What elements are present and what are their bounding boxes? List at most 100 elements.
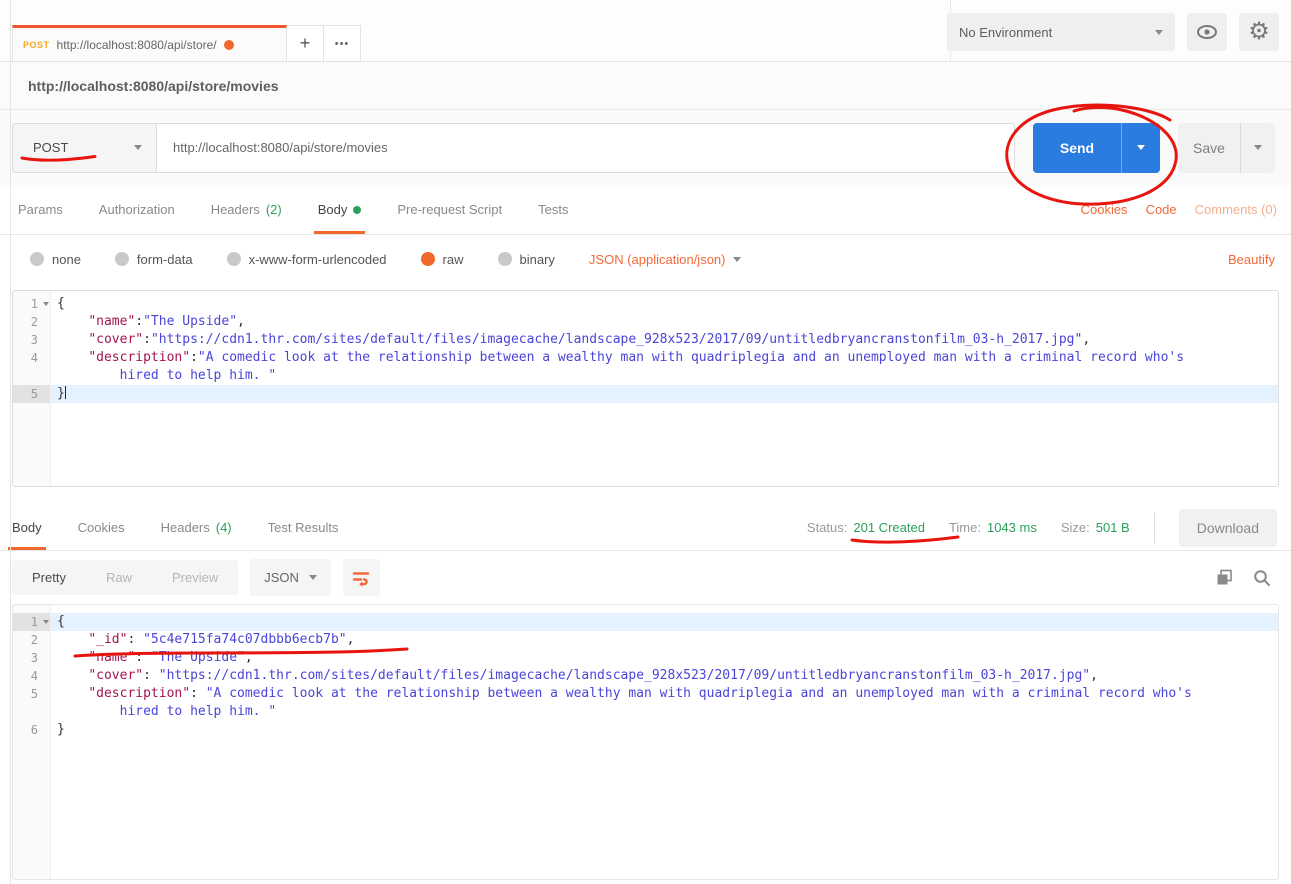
- radio-none[interactable]: none: [30, 252, 81, 267]
- view-raw-label: Raw: [106, 570, 132, 585]
- fold-caret-icon[interactable]: [43, 302, 49, 306]
- radio-icon: [498, 252, 512, 266]
- unsaved-dot-icon: [224, 40, 234, 50]
- view-pretty-label: Pretty: [32, 570, 66, 585]
- send-button[interactable]: Send: [1033, 123, 1121, 173]
- method-value: POST: [33, 140, 134, 155]
- view-raw-button[interactable]: Raw: [86, 560, 152, 595]
- tab-pre-request-script[interactable]: Pre-request Script: [397, 185, 502, 234]
- code-line[interactable]: 1{: [13, 613, 1278, 631]
- view-preview-button[interactable]: Preview: [152, 560, 238, 595]
- line-number: 3: [13, 331, 51, 349]
- cookies-link[interactable]: Cookies: [1081, 185, 1128, 234]
- tab-body[interactable]: Body: [318, 185, 362, 234]
- size-value: 501 B: [1096, 520, 1130, 535]
- send-button-group: Send: [1033, 123, 1160, 173]
- more-tabs-button[interactable]: •••: [324, 25, 361, 62]
- code-line[interactable]: 6}: [13, 721, 1278, 739]
- code-line[interactable]: 3 "name": "The Upside",: [13, 649, 1278, 667]
- send-options-button[interactable]: [1121, 123, 1160, 173]
- tab-response-headers-label: Headers: [161, 520, 210, 535]
- radio-none-label: none: [52, 252, 81, 267]
- code-line[interactable]: 5}: [13, 385, 1278, 403]
- request-tab[interactable]: POST http://localhost:8080/api/store/: [12, 25, 287, 62]
- copy-response-button[interactable]: [1216, 569, 1233, 586]
- response-format-select[interactable]: JSON: [250, 559, 331, 596]
- download-button[interactable]: Download: [1179, 509, 1277, 547]
- tab-body-label: Body: [318, 202, 348, 217]
- radio-raw[interactable]: raw: [421, 252, 464, 267]
- radio-binary[interactable]: binary: [498, 252, 555, 267]
- status-label: Status:: [807, 520, 847, 535]
- tab-response-body-label: Body: [12, 520, 42, 535]
- status-meta: Status: 201 Created: [807, 520, 925, 535]
- method-select[interactable]: POST: [12, 123, 157, 173]
- tab-method-badge: POST: [23, 40, 50, 50]
- radio-icon: [115, 252, 129, 266]
- tab-headers[interactable]: Headers (2): [211, 185, 282, 234]
- tab-tests[interactable]: Tests: [538, 185, 568, 234]
- tab-authorization[interactable]: Authorization: [99, 185, 175, 234]
- environment-select[interactable]: No Environment: [947, 13, 1175, 51]
- time-meta: Time: 1043 ms: [949, 520, 1037, 535]
- save-options-button[interactable]: [1240, 123, 1275, 173]
- wrap-text-button[interactable]: [343, 559, 380, 596]
- tab-tests-label: Tests: [538, 202, 568, 217]
- tab-response-headers[interactable]: Headers (4): [161, 505, 232, 550]
- tab-response-body[interactable]: Body: [12, 505, 42, 550]
- time-label: Time:: [949, 520, 981, 535]
- environment-quicklook-button[interactable]: [1187, 13, 1227, 51]
- line-number: 1: [13, 295, 51, 313]
- code-link[interactable]: Code: [1146, 185, 1177, 234]
- code-line[interactable]: 3 "cover":"https://cdn1.thr.com/sites/de…: [13, 331, 1278, 349]
- content-type-select[interactable]: JSON (application/json): [589, 252, 742, 267]
- save-button[interactable]: Save: [1178, 123, 1240, 173]
- comments-link[interactable]: Comments (0): [1195, 185, 1277, 234]
- line-number: 5: [13, 385, 51, 403]
- response-body-editor[interactable]: 1{2 "_id": "5c4e715fa74c07dbbb6ecb7b",3 …: [12, 604, 1279, 880]
- radio-icon: [30, 252, 44, 266]
- tab-authorization-label: Authorization: [99, 202, 175, 217]
- wrap-text-icon: [351, 569, 371, 587]
- response-headers-count-badge: (4): [216, 520, 232, 535]
- code-line[interactable]: 4 "cover": "https://cdn1.thr.com/sites/d…: [13, 667, 1278, 685]
- search-icon: [1253, 569, 1271, 587]
- content-type-value: JSON (application/json): [589, 252, 726, 267]
- radio-x-www-form-urlencoded[interactable]: x-www-form-urlencoded: [227, 252, 387, 267]
- size-meta: Size: 501 B: [1061, 520, 1130, 535]
- search-response-button[interactable]: [1253, 569, 1271, 587]
- radio-form-data[interactable]: form-data: [115, 252, 193, 267]
- tab-params-label: Params: [18, 202, 63, 217]
- tab-response-cookies[interactable]: Cookies: [78, 505, 125, 550]
- request-body-editor[interactable]: 1{2 "name":"The Upside",3 "cover":"https…: [12, 290, 1279, 487]
- view-mode-group: Pretty Raw Preview: [12, 560, 238, 595]
- settings-button[interactable]: ⚙: [1239, 13, 1279, 51]
- code-line[interactable]: 2 "name":"The Upside",: [13, 313, 1278, 331]
- meta-divider: [1154, 513, 1155, 543]
- view-preview-label: Preview: [172, 570, 218, 585]
- radio-binary-label: binary: [520, 252, 555, 267]
- beautify-link[interactable]: Beautify: [1228, 252, 1275, 267]
- line-number: 6: [13, 721, 51, 739]
- code-line[interactable]: 1{: [13, 295, 1278, 313]
- tab-test-results[interactable]: Test Results: [268, 505, 339, 550]
- line-number: 5: [13, 685, 51, 721]
- body-type-row: none form-data x-www-form-urlencoded raw…: [0, 235, 1291, 283]
- chevron-down-icon: [733, 257, 741, 262]
- fold-caret-icon[interactable]: [43, 620, 49, 624]
- code-line[interactable]: 4 "description":"A comedic look at the r…: [13, 349, 1278, 385]
- radio-selected-icon: [421, 252, 435, 266]
- tab-strip: POST http://localhost:8080/api/store/ + …: [0, 0, 1291, 62]
- tab-test-results-label: Test Results: [268, 520, 339, 535]
- headers-count-badge: (2): [266, 202, 282, 217]
- tab-params[interactable]: Params: [18, 185, 63, 234]
- environment-value: No Environment: [959, 25, 1155, 40]
- new-tab-button[interactable]: +: [287, 25, 324, 62]
- response-view-controls: Pretty Raw Preview JSON: [0, 551, 1291, 604]
- response-format-value: JSON: [264, 570, 299, 585]
- code-line[interactable]: 2 "_id": "5c4e715fa74c07dbbb6ecb7b",: [13, 631, 1278, 649]
- code-line[interactable]: 5 "description": "A comedic look at the …: [13, 685, 1278, 721]
- view-pretty-button[interactable]: Pretty: [12, 560, 86, 595]
- body-filled-dot-icon: [353, 206, 361, 214]
- url-input[interactable]: [157, 123, 1015, 173]
